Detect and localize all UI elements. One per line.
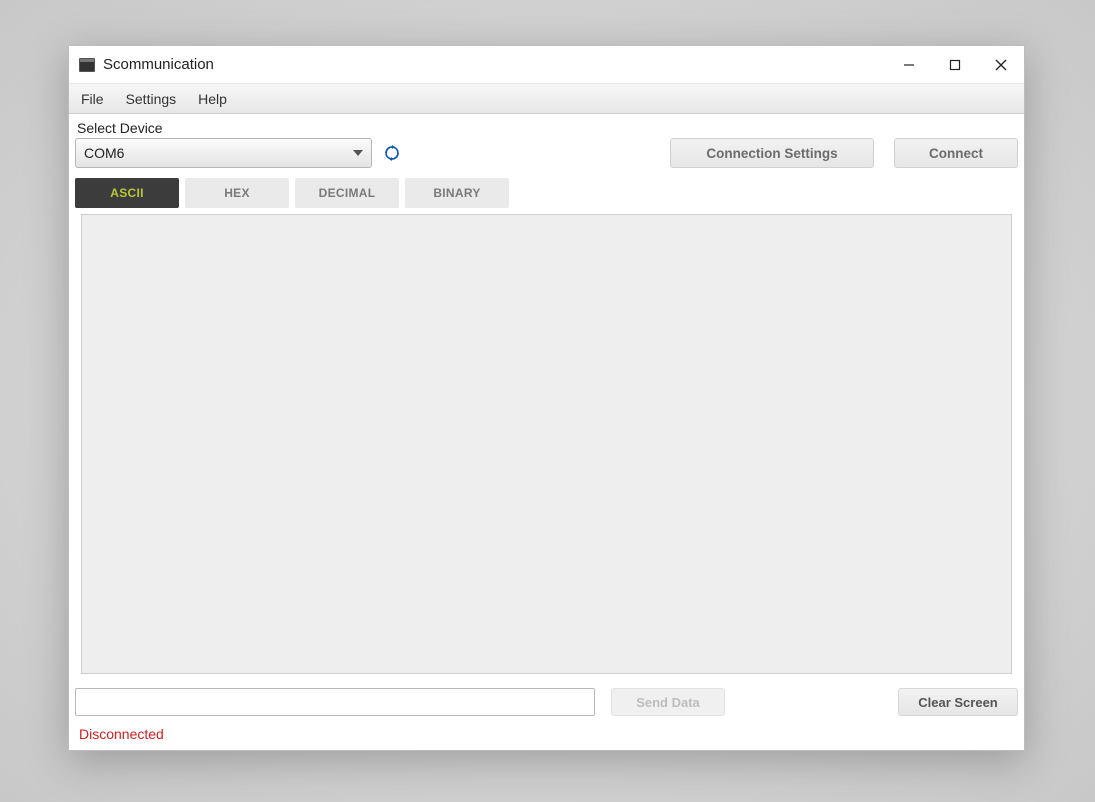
refresh-button[interactable] — [384, 145, 400, 161]
menu-file[interactable]: File — [81, 91, 104, 107]
menu-bar: File Settings Help — [69, 84, 1024, 114]
send-row: Send Data Clear Screen — [69, 674, 1024, 716]
tab-hex[interactable]: HEX — [185, 178, 289, 208]
close-icon — [995, 59, 1007, 71]
terminal-output[interactable] — [81, 214, 1012, 674]
connect-button[interactable]: Connect — [894, 138, 1018, 168]
connection-settings-button[interactable]: Connection Settings — [670, 138, 874, 168]
send-data-button[interactable]: Send Data — [611, 688, 725, 716]
device-select[interactable]: COM6 — [75, 138, 372, 168]
window-title: Scommunication — [103, 56, 214, 73]
device-row: COM6 Connection Settings Connect — [69, 138, 1024, 178]
menu-settings[interactable]: Settings — [126, 91, 177, 107]
send-input[interactable] — [75, 688, 595, 716]
connection-status: Disconnected — [69, 716, 1024, 750]
refresh-icon — [384, 145, 400, 161]
title-bar: Scommunication — [69, 46, 1024, 84]
maximize-icon — [949, 59, 961, 71]
device-select-value: COM6 — [84, 145, 124, 161]
chevron-down-icon — [353, 150, 363, 156]
format-tabs: ASCII HEX DECIMAL BINARY — [69, 178, 1024, 208]
select-device-label: Select Device — [69, 114, 1024, 138]
app-icon — [79, 58, 95, 72]
tab-binary[interactable]: BINARY — [405, 178, 509, 208]
clear-screen-button[interactable]: Clear Screen — [898, 688, 1018, 716]
app-window: Scommunication File Settings Help Select… — [68, 45, 1025, 751]
tab-ascii[interactable]: ASCII — [75, 178, 179, 208]
minimize-icon — [903, 59, 915, 71]
tab-decimal[interactable]: DECIMAL — [295, 178, 399, 208]
content-area: Select Device COM6 Connection Settings C… — [69, 114, 1024, 750]
menu-help[interactable]: Help — [198, 91, 227, 107]
minimize-button[interactable] — [886, 46, 932, 84]
close-button[interactable] — [978, 46, 1024, 84]
maximize-button[interactable] — [932, 46, 978, 84]
